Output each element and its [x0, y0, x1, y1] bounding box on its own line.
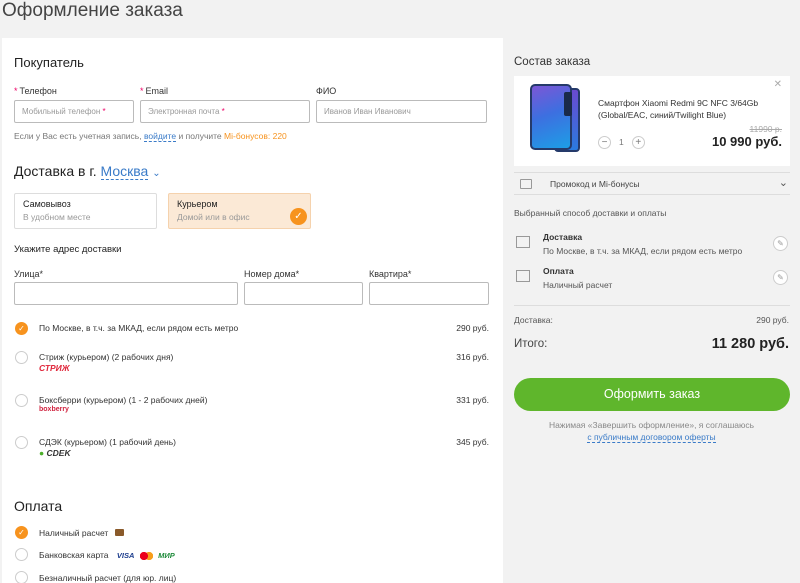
delivery-label: Доставка:	[514, 315, 553, 325]
boxberry-logo: boxberry	[39, 406, 69, 413]
login-link[interactable]: войдите	[143, 131, 177, 142]
delivery-title: Доставка в г. Москва ⌄	[14, 163, 161, 180]
phone-label: * Телефон	[14, 86, 57, 96]
visa-icon: VISA	[116, 551, 135, 560]
delivery-method-name: По Москве, в т.ч. за МКАД, если рядом ес…	[39, 323, 239, 333]
payment-method-name: Банковская карта VISA МИР	[39, 550, 175, 560]
delivery-method-name: Боксберри (курьером) (1 - 2 рабочих дней…	[39, 395, 208, 405]
delivery-method-radio[interactable]: ✓	[15, 322, 28, 335]
payment-method-radio[interactable]	[15, 571, 28, 583]
house-label: Номер дома*	[244, 269, 300, 279]
checkout-form: Покупатель * Телефон * Email ФИО Мобильный…	[2, 38, 503, 583]
page-title: Оформление заказа	[2, 0, 183, 21]
apartment-label: Квартира*	[369, 269, 412, 279]
phone-input[interactable]: Мобильный телефон *	[14, 100, 134, 123]
payment-method-radio[interactable]: ✓	[15, 526, 28, 539]
promo-toggle[interactable]: Промокод и Mi-бонусы ⌄	[514, 172, 790, 195]
fio-label: ФИО	[316, 86, 337, 96]
agreement-link-row: с публичным договором оферты	[503, 432, 800, 443]
delivery-cost: 290 руб.	[756, 315, 789, 325]
cdek-logo: ● CDEK	[39, 448, 71, 458]
mastercard-icon	[139, 551, 153, 560]
buyer-title: Покупатель	[14, 55, 84, 70]
street-label: Улица*	[14, 269, 44, 279]
delivery-method-name: СДЭК (курьером) (1 рабочий день)	[39, 437, 177, 447]
delivery-method-name: Стриж (курьером) (2 рабочих дня)	[39, 352, 174, 362]
mir-icon: МИР	[158, 551, 175, 560]
pay-title: Оплата	[543, 266, 574, 276]
email-label: * Email	[140, 86, 169, 96]
order-title: Состав заказа	[514, 56, 591, 68]
street-input[interactable]	[14, 282, 238, 305]
email-input[interactable]: Электронная почта *	[140, 100, 310, 123]
delivery-method-radio[interactable]	[15, 351, 28, 364]
edit-shipping-icon[interactable]: ✎	[773, 236, 788, 251]
product-name: Смартфон Xiaomi Redmi 9C NFC 3/64Gb (Glo…	[598, 98, 759, 120]
payment-method-name: Безналичный расчет (для юр. лиц)	[39, 573, 177, 583]
divider	[514, 305, 790, 306]
strizh-logo: СТРИЖ	[39, 363, 70, 373]
payment-title: Оплата	[14, 498, 63, 514]
total-value: 11 280 руб.	[711, 336, 789, 352]
pickup-option[interactable]: Самовывоз В удобном месте	[14, 193, 157, 229]
quantity-value[interactable]: 1	[619, 137, 624, 150]
quantity-stepper: −1 +	[598, 136, 653, 150]
plus-button[interactable]: +	[631, 136, 645, 149]
delivery-method-price: 345 руб.	[456, 437, 489, 447]
delivery-method-price: 331 руб.	[456, 395, 489, 405]
minus-button[interactable]: −	[598, 136, 611, 149]
wallet-icon	[114, 529, 124, 536]
product-price: 10 990 руб.	[711, 134, 782, 149]
login-note: Если у Вас есть учетная запись, войдите …	[14, 131, 287, 142]
payment-method-radio[interactable]	[15, 548, 28, 561]
product-image	[530, 84, 572, 150]
close-icon[interactable]: ✕	[774, 79, 782, 90]
agreement-text: Нажимая «Завершить оформление», я соглаш…	[548, 420, 755, 430]
check-icon: ✓	[290, 208, 307, 225]
delivery-method-price: 290 руб.	[456, 323, 489, 333]
edit-payment-icon[interactable]: ✎	[773, 270, 788, 285]
offer-link[interactable]: с публичным договором оферты	[587, 432, 716, 443]
payment-method-name: Наличный расчет	[39, 528, 124, 538]
wallet-icon	[516, 270, 530, 282]
chevron-down-icon: ⌄	[152, 168, 161, 179]
delivery-method-radio[interactable]	[15, 394, 28, 407]
fio-input[interactable]: Иванов Иван Иванович	[316, 100, 487, 123]
house-input[interactable]	[244, 282, 363, 305]
city-selector[interactable]: Москва	[100, 163, 149, 180]
ship-desc: По Москве, в т.ч. за МКАД, если рядом ес…	[543, 246, 743, 256]
order-summary: Состав заказа ✕ Смартфон Xiaomi Redmi 9C…	[503, 38, 800, 583]
apartment-input[interactable]	[369, 282, 489, 305]
delivery-method-price: 316 руб.	[456, 352, 489, 362]
box-icon	[516, 236, 530, 248]
ship-title: Доставка	[543, 232, 583, 242]
total-label: Итого:	[514, 338, 548, 350]
cart-item: ✕ Смартфон Xiaomi Redmi 9C NFC 3/64Gb (G…	[514, 76, 790, 166]
courier-option[interactable]: Курьером Домой или в офис ✓	[168, 193, 311, 229]
old-price: 11990 р.	[749, 124, 782, 134]
promo-icon	[520, 179, 532, 189]
delivery-method-radio[interactable]	[15, 436, 28, 449]
bonus-count: Mi-бонусов: 220	[224, 131, 287, 141]
submit-order-button[interactable]: Оформить заказ	[514, 378, 790, 411]
pay-desc: Наличный расчет	[543, 280, 613, 290]
chosen-title: Выбранный способ доставки и оплаты	[514, 208, 667, 218]
address-title: Укажите адрес доставки	[14, 244, 122, 255]
chevron-down-icon: ⌄	[778, 177, 788, 189]
